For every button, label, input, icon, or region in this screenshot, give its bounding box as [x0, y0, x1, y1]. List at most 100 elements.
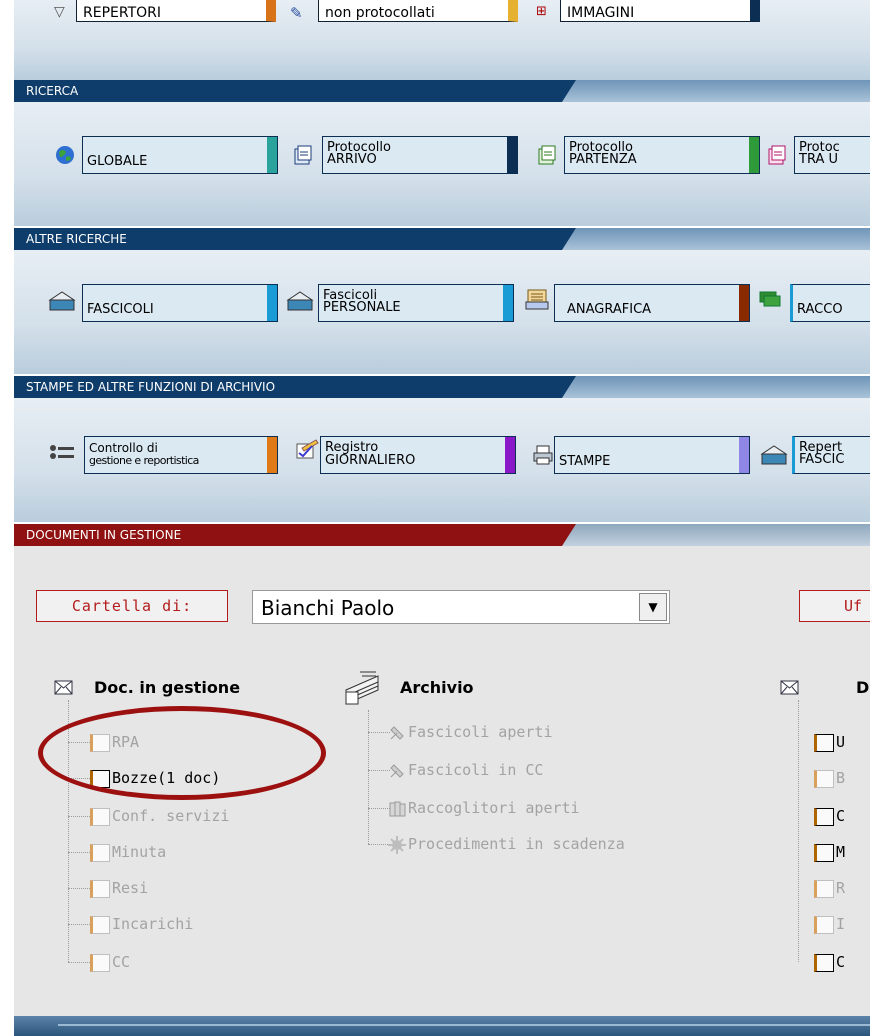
- footer-bar: [14, 1016, 870, 1036]
- archivio-tree-branch: [368, 844, 390, 845]
- controllo-gestione-line1: Controllo di: [89, 441, 158, 455]
- app-frame: ▽ REPERTORI ✎ non protocollati ⊞ IMMAGIN…: [14, 0, 870, 1036]
- printer-icon: [532, 444, 554, 466]
- protocollo-partenza-line2: PARTENZA: [569, 152, 637, 167]
- right-item-3-label: M: [836, 843, 846, 861]
- raccoglitori-button[interactable]: RACCO: [790, 284, 870, 322]
- protocollo-partenza-strip: [749, 137, 759, 173]
- right-item-0[interactable]: U: [814, 731, 845, 753]
- fascicoli-personale-button[interactable]: Fascicoli PERSONALE: [318, 284, 514, 322]
- satellite-icon: [388, 762, 406, 780]
- folder-checkbox-icon: [90, 879, 110, 898]
- folder-checkbox-icon: [814, 769, 834, 788]
- folder-checkbox-icon: [814, 879, 834, 898]
- protocollo-tra-uffici-line2: TRA U: [799, 152, 838, 167]
- right-item-5-label: I: [836, 915, 846, 933]
- stampe-label: STAMPE: [559, 454, 611, 469]
- archivio-item-raccoglitori-aperti[interactable]: Raccoglitori aperti: [388, 797, 580, 819]
- archivio-item-procedimenti[interactable]: Procedimenti in scadenza: [388, 833, 625, 855]
- registro-giornaliero-button[interactable]: Registro GIORNALIERO: [320, 436, 516, 474]
- right-item-4-label: R: [836, 879, 846, 897]
- repertori-fascicoli-button[interactable]: Repert FASCIC: [792, 436, 870, 474]
- registro-icon: [294, 438, 322, 460]
- archivio-tree-line: [368, 710, 369, 844]
- protocollo-tra-uffici-button[interactable]: Protoc TRA U: [794, 136, 870, 174]
- raccoglitori-icon: [758, 290, 786, 312]
- archivio-item-fascicoli-cc[interactable]: Fascicoli in CC: [388, 759, 543, 781]
- protocollo-arrivo-icon: [292, 144, 314, 166]
- fascicoli-aperti-label: Fascicoli aperti: [408, 723, 553, 741]
- tree-item-resi[interactable]: Resi: [90, 877, 148, 899]
- right-item-1[interactable]: B: [814, 767, 845, 789]
- right-item-6[interactable]: C: [814, 951, 845, 973]
- ufficio-label: Uf: [799, 590, 870, 622]
- dropdown-arrow-icon[interactable]: ▼: [639, 593, 667, 621]
- folder-checkbox-icon: [814, 953, 834, 972]
- stampe-title: STAMPE ED ALTRE FUNZIONI DI ARCHIVIO: [26, 380, 276, 394]
- fascicoli-cc-label: Fascicoli in CC: [408, 761, 544, 779]
- right-item-6-label: C: [836, 953, 846, 971]
- controllo-gestione-button[interactable]: Controllo di gestione e reportistica: [84, 436, 278, 474]
- right-item-2[interactable]: C: [814, 805, 845, 827]
- tree-item-conf-servizi-label: Conf. servizi: [112, 807, 230, 825]
- right-item-2-label: C: [836, 807, 846, 825]
- repertori-button[interactable]: REPERTORI: [76, 0, 276, 22]
- stampe-button[interactable]: STAMPE: [554, 436, 750, 474]
- folder-checkbox-icon: [90, 807, 110, 826]
- stampe-header: STAMPE ED ALTRE FUNZIONI DI ARCHIVIO: [14, 376, 576, 398]
- repertori-label: REPERTORI: [83, 5, 161, 21]
- ricerca-header-bar: RICERCA: [14, 80, 870, 102]
- tree-item-cc-label: CC: [112, 953, 131, 971]
- protocollo-partenza-button[interactable]: Protocollo PARTENZA: [564, 136, 760, 174]
- globale-strip: [267, 137, 277, 173]
- tree-item-incarichi[interactable]: Incarichi: [90, 913, 193, 935]
- right-item-3[interactable]: M: [814, 841, 845, 863]
- right-item-1-label: B: [836, 769, 846, 787]
- stampe-header-bar: STAMPE ED ALTRE FUNZIONI DI ARCHIVIO: [14, 376, 870, 398]
- fascicoli-personale-strip: [503, 285, 513, 321]
- registro-giornaliero-strip: [505, 437, 515, 473]
- cartella-select[interactable]: Bianchi Paolo ▼: [252, 590, 670, 624]
- anagrafica-button[interactable]: ANAGRAFICA: [554, 284, 750, 322]
- protocollo-arrivo-line2: ARRIVO: [327, 152, 377, 167]
- archivio-tree-branch: [368, 808, 390, 809]
- cartella-label: Cartella di:: [36, 590, 228, 622]
- doc-tree-branch: [68, 816, 90, 817]
- pencil-icon: ✎: [290, 4, 303, 22]
- sun-icon: [388, 835, 406, 854]
- fascicoli-button[interactable]: FASCICOLI: [82, 284, 278, 322]
- anagrafica-icon: [524, 288, 552, 310]
- protocollo-arrivo-button[interactable]: Protocollo ARRIVO: [322, 136, 518, 174]
- right-item-5[interactable]: I: [814, 913, 845, 935]
- tree-item-minuta-label: Minuta: [112, 843, 167, 861]
- tree-item-cc[interactable]: CC: [90, 951, 130, 973]
- globe-icon: [54, 144, 76, 166]
- immagini-label: IMMAGINI: [567, 5, 635, 21]
- right-tree-title: D: [856, 678, 870, 697]
- tree-item-minuta[interactable]: Minuta: [90, 841, 166, 863]
- fascicoli-label: FASCICOLI: [87, 302, 154, 317]
- documenti-title: DOCUMENTI IN GESTIONE: [26, 528, 182, 542]
- tree-item-conf-servizi[interactable]: Conf. servizi: [90, 805, 229, 827]
- right-item-4[interactable]: R: [814, 877, 845, 899]
- globale-label: GLOBALE: [87, 154, 148, 169]
- immagini-button[interactable]: IMMAGINI: [560, 0, 760, 22]
- fascicoli-folder-icon: [48, 290, 76, 312]
- right-tree-line: [798, 700, 799, 962]
- doc-tree-branch: [68, 852, 90, 853]
- non-protocollati-button[interactable]: non protocollati: [318, 0, 518, 22]
- controllo-gestione-icon: [48, 444, 84, 466]
- doc-tree-branch: [68, 924, 90, 925]
- repertori-fascicoli-icon: [760, 444, 788, 466]
- raccoglitori-label: RACCO: [797, 302, 843, 317]
- folder-checkbox-icon: [814, 843, 834, 862]
- archivio-item-fascicoli-aperti[interactable]: Fascicoli aperti: [388, 721, 553, 743]
- non-protocollati-label: non protocollati: [325, 5, 435, 21]
- globale-button[interactable]: GLOBALE: [82, 136, 278, 174]
- altre-ricerche-header: ALTRE RICERCHE: [14, 228, 576, 250]
- envelope-icon: [780, 680, 800, 696]
- fascicoli-strip: [267, 285, 277, 321]
- folder-checkbox-icon: [90, 915, 110, 934]
- folder-checkbox-icon: [814, 807, 834, 826]
- tree-item-resi-label: Resi: [112, 879, 149, 897]
